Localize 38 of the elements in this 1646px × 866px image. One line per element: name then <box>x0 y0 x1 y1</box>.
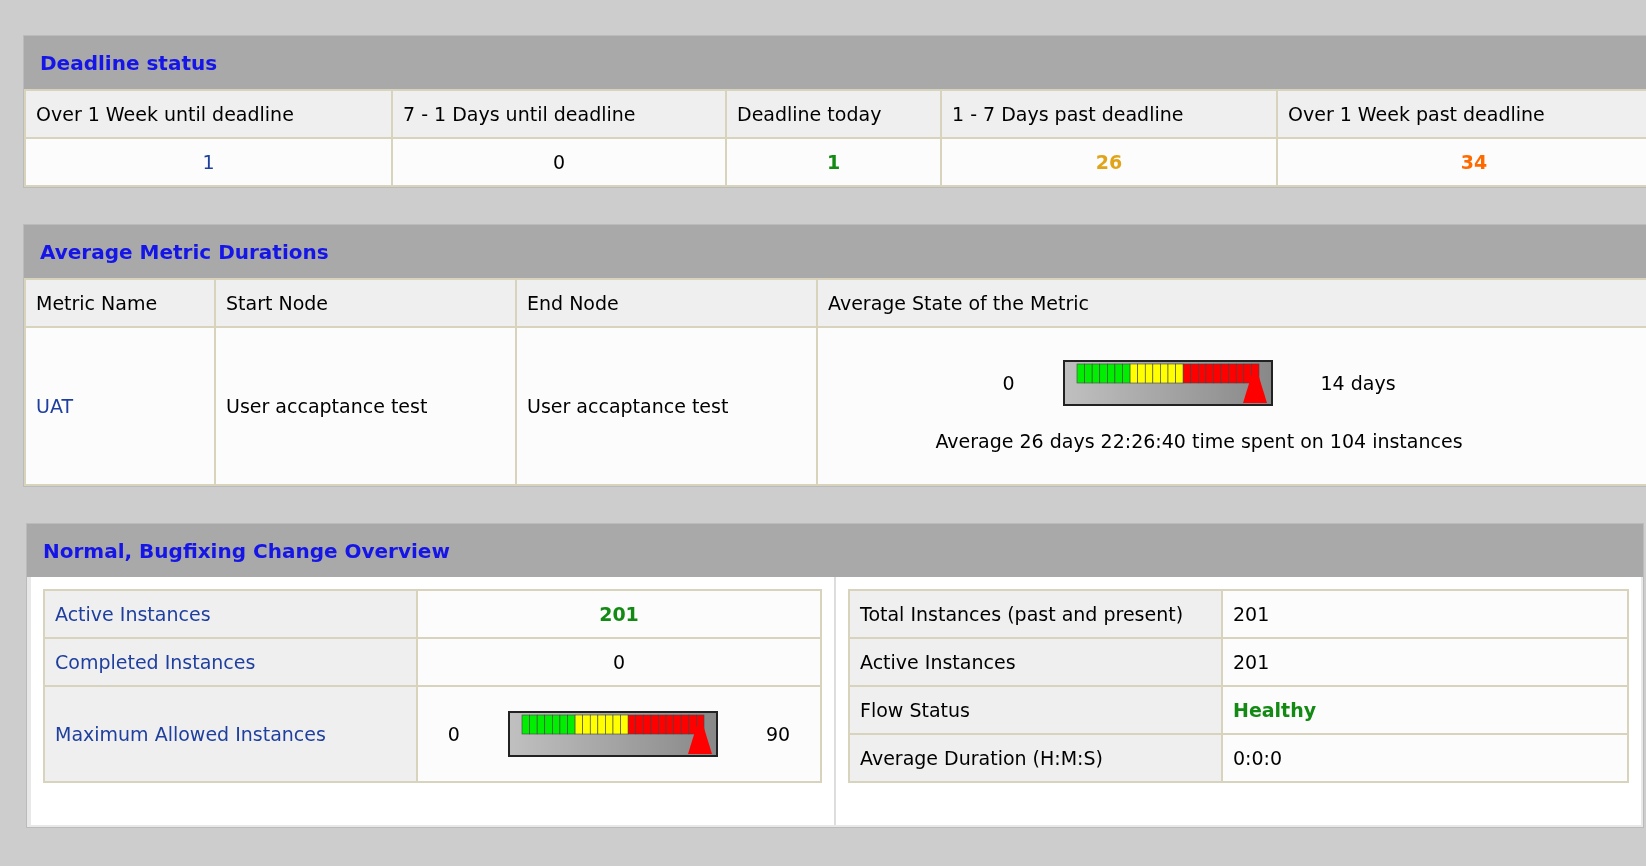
column-header: Start Node <box>215 279 516 327</box>
column-header: Metric Name <box>25 279 215 327</box>
summary-text: Average 26 days 22:26:40 time spent on 104 instances <box>934 430 1464 452</box>
overview-link[interactable]: Completed Instances <box>44 638 417 686</box>
column-header: Average State of the Metric <box>817 279 1646 327</box>
row-label: Average Duration (H:M:S) <box>849 734 1222 782</box>
value-cell: 0 <box>417 638 821 686</box>
overview-link[interactable]: Active Instances <box>44 590 417 638</box>
gauge-min: 0 <box>447 723 460 745</box>
panel-title: Deadline status <box>24 36 1646 89</box>
column-header: 7 - 1 Days until deadline <box>392 90 726 138</box>
value-cell: 201 <box>1222 638 1628 686</box>
gauge-max: 14 days <box>1320 372 1396 394</box>
column-header: Over 1 Week past deadline <box>1277 90 1646 138</box>
gauge-min: 0 <box>1002 372 1015 394</box>
table-cell: User accaptance test <box>215 327 516 485</box>
count-cell: 1 <box>25 138 392 186</box>
count-cell: 0 <box>392 138 726 186</box>
column-header: Deadline today <box>726 90 941 138</box>
overview-link[interactable]: Maximum Allowed Instances <box>44 686 417 782</box>
metric-link[interactable]: UAT <box>25 327 215 485</box>
panel-title: Average Metric Durations <box>24 225 1646 278</box>
count-cell: 26 <box>941 138 1277 186</box>
count-cell: 1 <box>726 138 941 186</box>
row-label: Total Instances (past and present) <box>849 590 1222 638</box>
value-cell: Healthy <box>1222 686 1628 734</box>
row-label: Active Instances <box>849 638 1222 686</box>
row-label: Flow Status <box>849 686 1222 734</box>
value-cell: 201 <box>417 590 821 638</box>
value-cell: 201 <box>1222 590 1628 638</box>
value-cell: 0:0:0 <box>1222 734 1628 782</box>
column-header: End Node <box>516 279 817 327</box>
gauge-max: 90 <box>765 723 791 745</box>
panel-title: Normal, Bugfixing Change Overview <box>27 524 1643 577</box>
column-header: 1 - 7 Days past deadline <box>941 90 1277 138</box>
table-cell: User accaptance test <box>516 327 817 485</box>
column-header: Over 1 Week until deadline <box>25 90 392 138</box>
count-cell: 34 <box>1277 138 1646 186</box>
